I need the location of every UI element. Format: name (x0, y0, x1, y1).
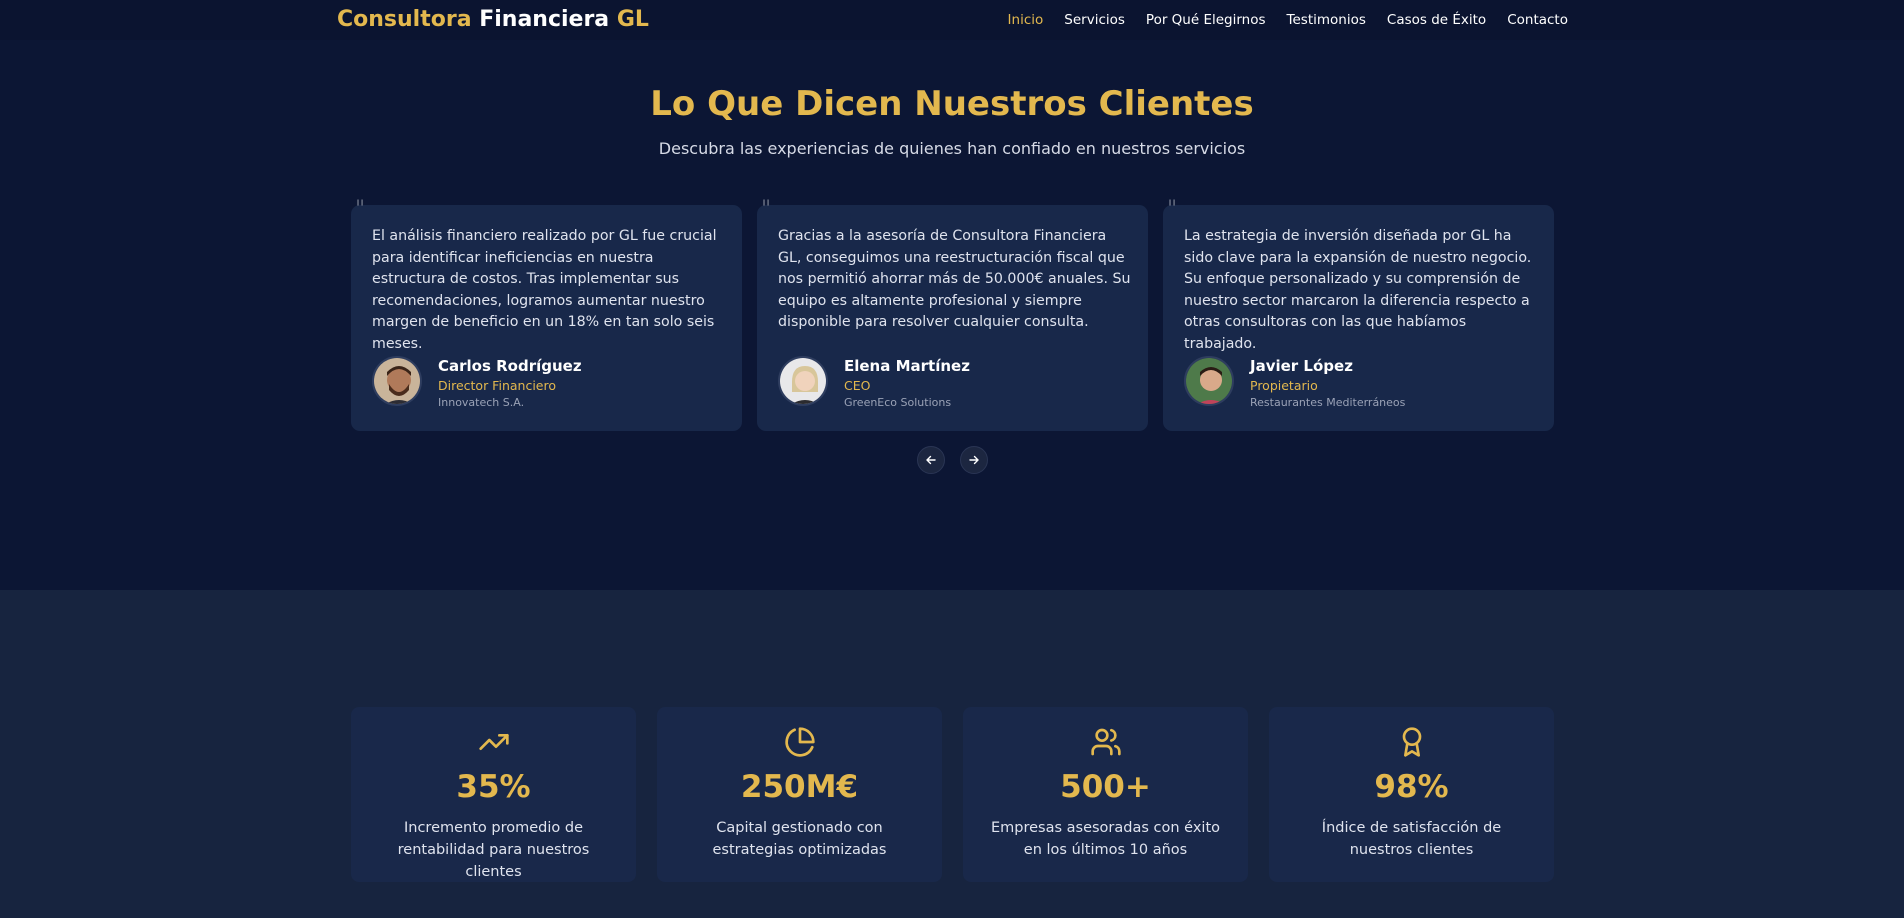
stat-value: 500+ (1060, 769, 1151, 805)
testimonial-card: " El análisis financiero realizado por G… (351, 199, 742, 431)
stat-value: 35% (456, 769, 531, 805)
stat-description: Índice de satisfacción de nuestros clien… (1321, 820, 1502, 858)
author-name: Carlos Rodríguez (438, 357, 582, 375)
testimonial-carousel: " El análisis financiero realizado por G… (351, 199, 1554, 431)
site-header: Consultora Financiera GL Inicio Servicio… (0, 0, 1904, 40)
stat-card: 98% Índice de satisfacción de nuestros c… (1269, 707, 1554, 882)
nav-link-servicios[interactable]: Servicios (1064, 12, 1125, 28)
author-role: Propietario (1250, 378, 1318, 393)
author-name: Elena Martínez (844, 357, 970, 375)
users-icon (1090, 728, 1121, 756)
carousel-next-button[interactable] (960, 446, 988, 474)
stat-value: 250M€ (740, 769, 859, 805)
arrow-left-icon (926, 455, 936, 465)
award-icon (1402, 727, 1421, 757)
site-logo[interactable]: Consultora Financiera GL (337, 7, 649, 32)
stats-grid: 35% Incremento promedio de rentabilidad … (351, 707, 1554, 882)
author-role: CEO (844, 378, 871, 393)
arrow-right-icon (969, 455, 979, 465)
stat-card: 500+ Empresas asesoradas con éxito en lo… (963, 707, 1248, 882)
nav-link-contacto[interactable]: Contacto (1507, 12, 1568, 28)
avatar (1184, 356, 1234, 406)
stats-section: 35% Incremento promedio de rentabilidad … (0, 590, 1904, 918)
section-subtitle: Descubra las experiencias de quienes han… (658, 139, 1246, 158)
stat-card: 250M€ Capital gestionado con estrategias… (657, 707, 942, 882)
section-title: Lo Que Dicen Nuestros Clientes (650, 84, 1254, 124)
testimonial-card: " La estrategia de inversión diseñada po… (1163, 199, 1554, 431)
logo-part-2: Financiera (479, 7, 610, 32)
stat-value: 98% (1374, 769, 1449, 805)
nav-link-testimonios[interactable]: Testimonios (1287, 12, 1366, 28)
testimonials-section: Lo Que Dicen Nuestros Clientes Descubra … (0, 40, 1904, 590)
carousel-prev-button[interactable] (917, 446, 945, 474)
testimonial-card: " Gracias a la asesoría de Consultora Fi… (757, 199, 1148, 431)
author-name: Javier López (1250, 357, 1353, 375)
logo-part-3: GL (616, 7, 649, 32)
stat-card: 35% Incremento promedio de rentabilidad … (351, 707, 636, 882)
quote-icon: " (761, 197, 772, 222)
testimonial-text: La estrategia de inversión diseñada por … (1184, 228, 1532, 352)
quote-icon: " (1167, 197, 1178, 222)
stat-description: Capital gestionado con estrategias optim… (712, 820, 887, 858)
testimonial-text: El análisis financiero realizado por GL … (372, 228, 717, 352)
author-company: GreenEco Solutions (844, 396, 952, 409)
logo-part-1: Consultora (337, 7, 472, 32)
stat-description: Empresas asesoradas con éxito en los últ… (990, 820, 1221, 858)
quote-icon: " (355, 197, 366, 222)
nav-link-por-que-elegirnos[interactable]: Por Qué Elegirnos (1146, 12, 1266, 28)
stat-description: Incremento promedio de rentabilidad para… (397, 820, 590, 880)
author-company: Restaurantes Mediterráneos (1250, 396, 1406, 409)
pie-chart-icon (784, 727, 815, 757)
author-role: Director Financiero (438, 378, 556, 393)
main-nav: Inicio Servicios Por Qué Elegirnos Testi… (987, 12, 1568, 28)
avatar (372, 356, 422, 406)
nav-link-casos-de-exito[interactable]: Casos de Éxito (1387, 12, 1486, 28)
author-company: Innovatech S.A. (438, 396, 525, 409)
testimonial-text: Gracias a la asesoría de Consultora Fina… (778, 228, 1131, 331)
avatar (778, 356, 828, 406)
nav-link-inicio[interactable]: Inicio (1008, 12, 1044, 28)
trending-up-icon (478, 734, 509, 750)
